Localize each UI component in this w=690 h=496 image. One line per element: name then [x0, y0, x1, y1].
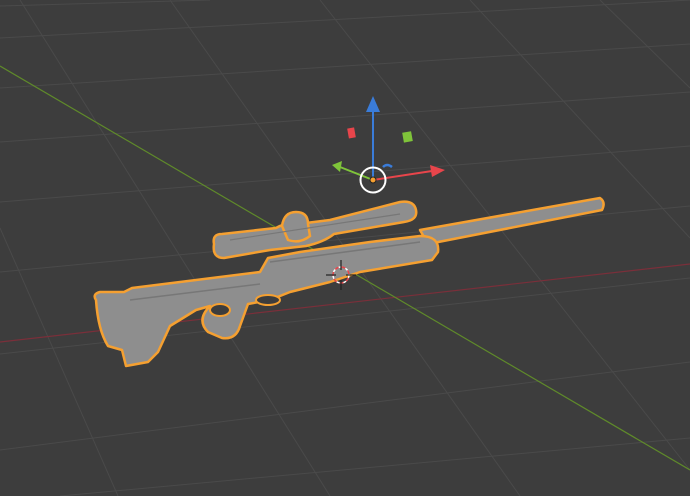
object-origin: [369, 176, 377, 184]
xy-plane-handle[interactable]: [382, 163, 393, 169]
viewport-canvas[interactable]: [0, 0, 690, 496]
3d-viewport[interactable]: [0, 0, 690, 496]
transform-gizmo[interactable]: [332, 96, 445, 194]
z-arrow-head[interactable]: [366, 96, 380, 112]
y-arrow-head[interactable]: [332, 161, 342, 172]
yz-plane-handle[interactable]: [402, 131, 413, 143]
xz-plane-handle[interactable]: [347, 127, 356, 139]
